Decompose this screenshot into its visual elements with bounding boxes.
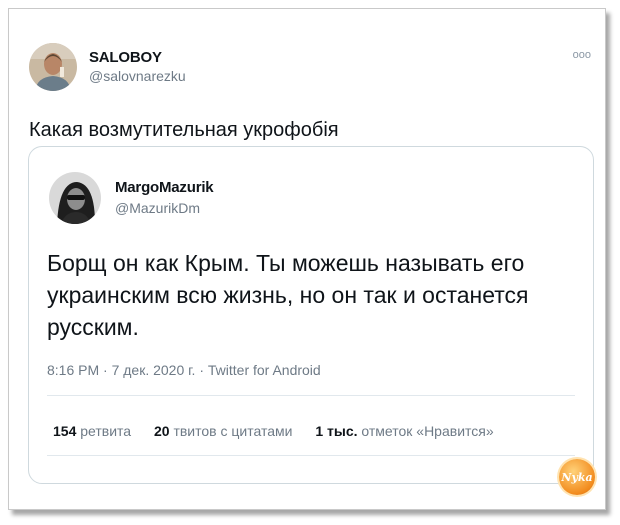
- quote-tweets-stat[interactable]: 20 твитов с цитатами: [154, 423, 292, 439]
- tweet-card: SALOBOY @salovnarezku ooo Какая возмутит…: [8, 8, 606, 510]
- quoted-author-name[interactable]: MargoMazurik: [115, 179, 214, 196]
- quoted-avatar[interactable]: [49, 172, 101, 224]
- retweets-stat[interactable]: 154 ретвита: [53, 423, 131, 439]
- quoted-tweet[interactable]: MargoMazurik @MazurikDm Борщ он как Крым…: [28, 146, 594, 484]
- watermark-logo: Nyka: [559, 459, 595, 495]
- quoted-author-handle[interactable]: @MazurikDm: [115, 200, 200, 216]
- more-dots-icon[interactable]: ooo: [573, 49, 591, 61]
- tweet-text: Какая возмутительная укрофобія: [29, 119, 339, 141]
- avatar-photo: [29, 43, 77, 91]
- engagement-stats: 154 ретвита 20 твитов с цитатами 1 тыс. …: [53, 423, 513, 439]
- quoted-tweet-text: Борщ он как Крым. Ты можешь называть его…: [47, 250, 529, 340]
- divider: [47, 395, 575, 396]
- avatar[interactable]: [29, 43, 77, 91]
- author-handle[interactable]: @salovnarezku: [89, 68, 186, 84]
- likes-stat[interactable]: 1 тыс. отметок «Нравится»: [315, 423, 493, 439]
- quoted-avatar-photo: [49, 172, 101, 224]
- author-name[interactable]: SALOBOY: [89, 49, 162, 66]
- tweet-timestamp[interactable]: 8:16 PM · 7 дек. 2020 г. · Twitter for A…: [47, 362, 321, 378]
- divider: [47, 455, 575, 456]
